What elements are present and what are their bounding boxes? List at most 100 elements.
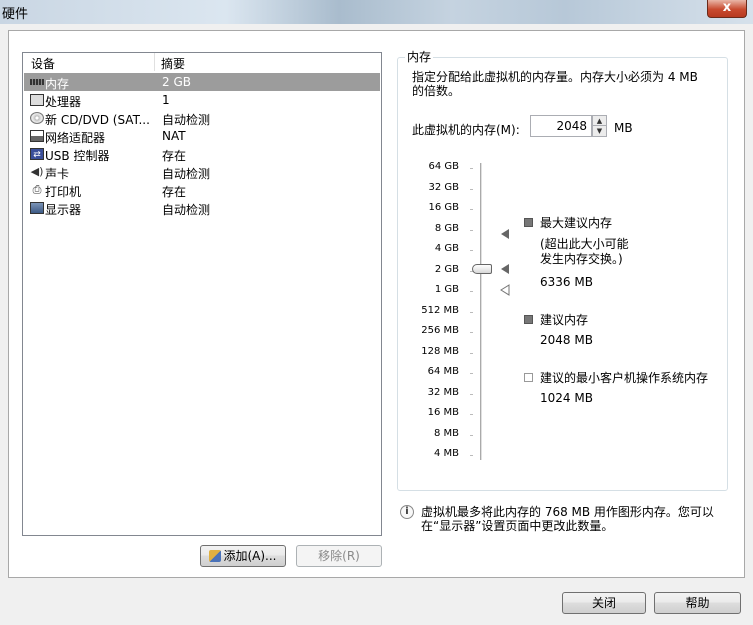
help-button[interactable]: 帮助 xyxy=(654,592,741,614)
processor-icon xyxy=(30,94,44,106)
max-recommended-note-2: 发生内存交换。) xyxy=(540,252,623,266)
scale-label: 16 MB xyxy=(427,407,459,418)
memory-spinner[interactable]: ▲ ▼ xyxy=(592,115,607,137)
printer-icon: ⎙ xyxy=(32,183,42,196)
close-window-button[interactable]: x xyxy=(707,0,747,18)
scale-tick xyxy=(470,332,473,333)
column-header-summary[interactable]: 摘要 xyxy=(161,55,185,72)
device-name: 显示器 xyxy=(45,203,82,217)
scale-tick xyxy=(470,435,473,436)
scale-tick xyxy=(470,209,473,210)
scale-tick xyxy=(470,455,473,456)
device-summary: 存在 xyxy=(162,185,187,199)
device-summary: 存在 xyxy=(162,149,187,163)
recommended-marker-icon xyxy=(501,264,509,274)
memory-icon xyxy=(30,79,44,85)
memory-slider-thumb[interactable] xyxy=(472,264,492,274)
recommended-title: 建议内存 xyxy=(540,313,589,327)
device-name: 处理器 xyxy=(45,95,82,109)
memory-label: 此虚拟机的内存(M): xyxy=(412,123,520,137)
minimum-value: 1024 MB xyxy=(540,391,593,405)
max-recommended-value: 6336 MB xyxy=(540,275,593,289)
scale-tick xyxy=(470,373,473,374)
device-name: 网络适配器 xyxy=(45,131,106,145)
device-summary: 1 xyxy=(162,93,170,107)
scale-tick xyxy=(470,168,473,169)
device-summary: 自动检测 xyxy=(162,203,211,217)
max-recommended-title: 最大建议内存 xyxy=(540,216,613,230)
max-recommended-marker-icon xyxy=(501,229,509,239)
scale-label: 256 MB xyxy=(421,325,459,336)
spin-down-icon[interactable]: ▼ xyxy=(593,126,606,136)
minimum-legend-icon xyxy=(524,373,533,382)
scale-tick xyxy=(470,312,473,313)
device-name: 打印机 xyxy=(45,185,82,199)
recommended-legend-icon xyxy=(524,315,533,324)
device-row-display[interactable]: 显示器 自动检测 xyxy=(24,199,380,217)
recommended-value: 2048 MB xyxy=(540,333,593,347)
spin-up-icon[interactable]: ▲ xyxy=(593,116,606,126)
hardware-dialog: 硬件 x 设备 摘要 内存 2 GB 处理器 1 新 CD/DVD (SAT..… xyxy=(0,0,753,625)
usb-controller-icon: ⇄ xyxy=(30,148,44,160)
scale-label: 64 MB xyxy=(427,366,459,377)
scale-label: 4 GB xyxy=(434,243,459,254)
scale-label: 32 MB xyxy=(427,387,459,398)
device-row-cd-dvd[interactable]: 新 CD/DVD (SAT... 自动检测 xyxy=(24,109,380,127)
max-recommended-note-1: (超出此大小可能 xyxy=(540,237,629,251)
scale-label: 8 GB xyxy=(434,223,459,234)
memory-slider-track[interactable] xyxy=(480,163,483,460)
scale-label: 8 MB xyxy=(433,428,459,439)
scale-tick xyxy=(470,394,473,395)
remove-device-button[interactable]: 移除(R) xyxy=(296,545,382,567)
scale-label: 2 GB xyxy=(434,264,459,275)
scale-tick xyxy=(470,291,473,292)
device-summary: NAT xyxy=(162,129,186,143)
sound-card-icon: ◀) xyxy=(30,165,44,178)
network-adapter-icon xyxy=(30,130,44,142)
scale-tick xyxy=(470,250,473,251)
max-recommended-legend-icon xyxy=(524,218,533,227)
window-title: 硬件 xyxy=(2,7,29,22)
scale-label: 32 GB xyxy=(428,182,459,193)
add-device-button[interactable]: 添加(A)... xyxy=(200,545,286,567)
device-row-processor[interactable]: 处理器 1 xyxy=(24,91,380,109)
device-name: 声卡 xyxy=(45,167,70,181)
scale-label: 16 GB xyxy=(428,202,459,213)
scale-label: 512 MB xyxy=(421,305,459,316)
title-bar[interactable]: 硬件 x xyxy=(0,0,753,24)
scale-tick xyxy=(470,189,473,190)
scale-tick xyxy=(470,353,473,354)
info-icon: i xyxy=(400,505,414,519)
list-header: 设备 摘要 xyxy=(23,53,381,71)
scale-label: 4 MB xyxy=(433,448,459,459)
add-button-label: 添加(A)... xyxy=(223,549,277,563)
device-summary: 自动检测 xyxy=(162,167,211,181)
scale-label: 128 MB xyxy=(421,346,459,357)
graphics-memory-info: 虚拟机最多将此内存的 768 MB 用作图形内存。您可以在“显示器”设置页面中更… xyxy=(421,505,714,533)
device-row-memory[interactable]: 内存 2 GB xyxy=(24,73,380,91)
memory-input[interactable]: 2048 xyxy=(530,115,592,137)
scale-label: 64 GB xyxy=(428,161,459,172)
display-icon xyxy=(30,202,44,214)
uac-shield-icon xyxy=(209,550,222,562)
device-summary: 2 GB xyxy=(162,75,191,89)
column-divider[interactable] xyxy=(154,53,155,71)
device-row-printer[interactable]: ⎙ 打印机 存在 xyxy=(24,181,380,200)
device-row-usb-controller[interactable]: ⇄ USB 控制器 存在 xyxy=(24,145,380,163)
device-summary: 自动检测 xyxy=(162,113,211,127)
cd-dvd-icon xyxy=(30,112,44,124)
minimum-title: 建议的最小客户机操作系统内存 xyxy=(540,371,709,385)
memory-group-title: 内存 xyxy=(405,48,434,65)
scale-tick xyxy=(470,230,473,231)
scale-label: 1 GB xyxy=(434,284,459,295)
device-name: USB 控制器 xyxy=(45,149,110,163)
minimum-marker-icon xyxy=(500,284,510,296)
device-row-network-adapter[interactable]: 网络适配器 NAT xyxy=(24,127,380,145)
device-row-sound-card[interactable]: ◀) 声卡 自动检测 xyxy=(24,163,380,182)
column-header-device[interactable]: 设备 xyxy=(31,55,55,72)
device-list: 设备 摘要 内存 2 GB 处理器 1 新 CD/DVD (SAT... 自动检… xyxy=(22,52,382,536)
device-name: 新 CD/DVD (SAT... xyxy=(45,113,150,127)
device-name: 内存 xyxy=(45,77,70,91)
close-button[interactable]: 关闭 xyxy=(562,592,646,614)
memory-description: 指定分配给此虚拟机的内存量。内存大小必须为 4 MB 的倍数。 xyxy=(412,70,698,98)
